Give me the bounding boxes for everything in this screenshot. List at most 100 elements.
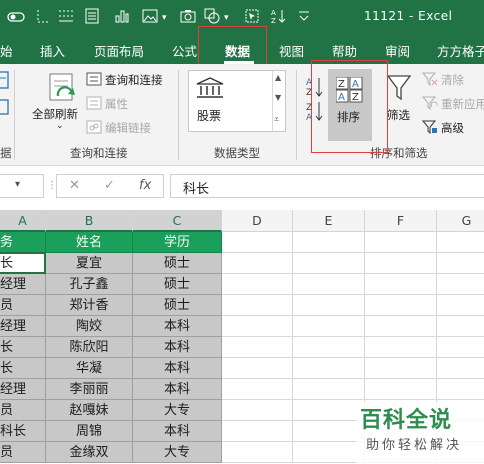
shapes-icon[interactable] [202, 8, 222, 28]
table-icon[interactable] [0, 98, 10, 121]
empty-cell[interactable] [437, 232, 484, 253]
table-cell[interactable]: 科长 [0, 421, 46, 442]
table-header-cell[interactable]: 务 [0, 232, 46, 253]
table-header-cell[interactable]: 学历 [133, 232, 222, 253]
expand-gallery-icon[interactable]: ⩡ [274, 115, 279, 125]
filter-button[interactable]: 筛选 [387, 107, 410, 123]
empty-cell[interactable] [222, 295, 293, 316]
table-cell[interactable]: 硕士 [133, 253, 222, 274]
table-cell[interactable]: 金缘双 [46, 442, 133, 463]
gridlines-icon[interactable] [56, 8, 76, 28]
empty-cell[interactable] [365, 358, 437, 379]
chevron-down-icon[interactable]: ▾ [224, 8, 229, 28]
empty-cell[interactable] [293, 295, 365, 316]
empty-cell[interactable] [293, 400, 365, 421]
column-header-a[interactable]: A [0, 210, 46, 232]
stocks-data-type[interactable]: 股票 [197, 107, 221, 124]
tab-fangfang[interactable]: 方方格子 [437, 41, 484, 60]
tab-help[interactable]: 帮助 [332, 41, 357, 60]
filter-icon[interactable] [386, 74, 412, 105]
advanced-button[interactable]: 高级 [441, 120, 464, 136]
table-cell[interactable]: 本科 [133, 316, 222, 337]
chevron-up-icon[interactable]: ▲ [275, 73, 281, 82]
autosave-toggle[interactable] [6, 8, 26, 28]
table-cell[interactable]: 李丽丽 [46, 379, 133, 400]
tab-insert[interactable]: 插入 [40, 41, 65, 60]
empty-cell[interactable] [365, 316, 437, 337]
empty-cell[interactable] [293, 316, 365, 337]
table-cell[interactable]: 长 [0, 358, 46, 379]
select-object-icon[interactable] [242, 8, 262, 28]
query-connect-icon[interactable] [86, 72, 102, 89]
table-cell[interactable]: 长 [0, 337, 46, 358]
more-commands-icon[interactable] [294, 8, 314, 28]
table-cell[interactable]: 大专 [133, 400, 222, 421]
empty-cell[interactable] [222, 253, 293, 274]
empty-cell[interactable] [437, 274, 484, 295]
table-cell[interactable]: 郑计香 [46, 295, 133, 316]
table-cell[interactable]: 陶姣 [46, 316, 133, 337]
table-cell[interactable]: 员 [0, 295, 46, 316]
empty-cell[interactable] [293, 379, 365, 400]
column-header-f[interactable]: F [365, 210, 437, 232]
table-cell[interactable]: 陈欣阳 [46, 337, 133, 358]
data-types-scroll[interactable]: ▲ ▼ ⩡ [272, 71, 285, 131]
empty-cell[interactable] [365, 295, 437, 316]
table-cell[interactable]: 硕士 [133, 295, 222, 316]
insert-function-icon[interactable]: fx [139, 178, 151, 193]
empty-cell[interactable] [365, 253, 437, 274]
confirm-icon[interactable]: ✓ [104, 178, 115, 193]
empty-cell[interactable] [222, 442, 293, 463]
chart-icon[interactable] [112, 8, 132, 28]
empty-cell[interactable] [365, 274, 437, 295]
empty-cell[interactable] [365, 337, 437, 358]
empty-cell[interactable] [222, 421, 293, 442]
refresh-all-button[interactable]: 全部刷新 [32, 106, 78, 122]
table-cell[interactable]: 本科 [133, 421, 222, 442]
table-cell[interactable]: 经理 [0, 274, 46, 295]
table-cell[interactable]: 周锦 [46, 421, 133, 442]
refresh-all-icon[interactable] [48, 72, 78, 107]
query-connect-button[interactable]: 查询和连接 [105, 72, 163, 88]
tab-view[interactable]: 视图 [279, 41, 304, 60]
advanced-filter-icon[interactable] [421, 120, 438, 137]
table-cell[interactable]: 硕士 [133, 274, 222, 295]
chevron-down-icon[interactable]: ▾ [162, 8, 167, 28]
empty-cell[interactable] [222, 337, 293, 358]
table-cell[interactable]: 经理 [0, 379, 46, 400]
table-cell[interactable]: 大专 [133, 442, 222, 463]
empty-cell[interactable] [222, 400, 293, 421]
picture-icon[interactable] [140, 8, 160, 28]
sort-ascending-icon[interactable]: AZ [268, 8, 288, 28]
column-header-c[interactable]: C [133, 210, 222, 232]
table-cell[interactable]: 本科 [133, 358, 222, 379]
empty-cell[interactable] [222, 274, 293, 295]
table-cell[interactable]: 员 [0, 442, 46, 463]
chevron-down-icon[interactable]: ⌄ [56, 121, 64, 131]
empty-cell[interactable] [222, 358, 293, 379]
table-cell[interactable]: 赵嘎妹 [46, 400, 133, 421]
undo-icon[interactable] [34, 8, 54, 28]
empty-cell[interactable] [222, 379, 293, 400]
chevron-down-icon[interactable]: ▾ [15, 179, 20, 190]
form-icon[interactable] [82, 8, 102, 28]
table-cell[interactable]: 孔子鑫 [46, 274, 133, 295]
table-header-cell[interactable]: 姓名 [46, 232, 133, 253]
empty-cell[interactable] [365, 232, 437, 253]
name-box[interactable]: ▾ [0, 174, 44, 198]
table-cell[interactable]: 员 [0, 400, 46, 421]
empty-cell[interactable] [222, 316, 293, 337]
get-data-icon[interactable] [0, 70, 10, 95]
column-header-d[interactable]: D [222, 210, 293, 232]
table-cell[interactable]: 本科 [133, 379, 222, 400]
formula-input[interactable]: 科长 [170, 174, 484, 198]
tab-home[interactable]: 始 [0, 41, 13, 60]
empty-cell[interactable] [293, 337, 365, 358]
empty-cell[interactable] [365, 379, 437, 400]
table-cell[interactable]: 华凝 [46, 358, 133, 379]
column-header-b[interactable]: B [46, 210, 133, 232]
column-header-g[interactable]: G [437, 210, 484, 232]
table-cell[interactable]: 夏宜 [46, 253, 133, 274]
cancel-icon[interactable]: ✕ [69, 178, 80, 193]
empty-cell[interactable] [293, 253, 365, 274]
